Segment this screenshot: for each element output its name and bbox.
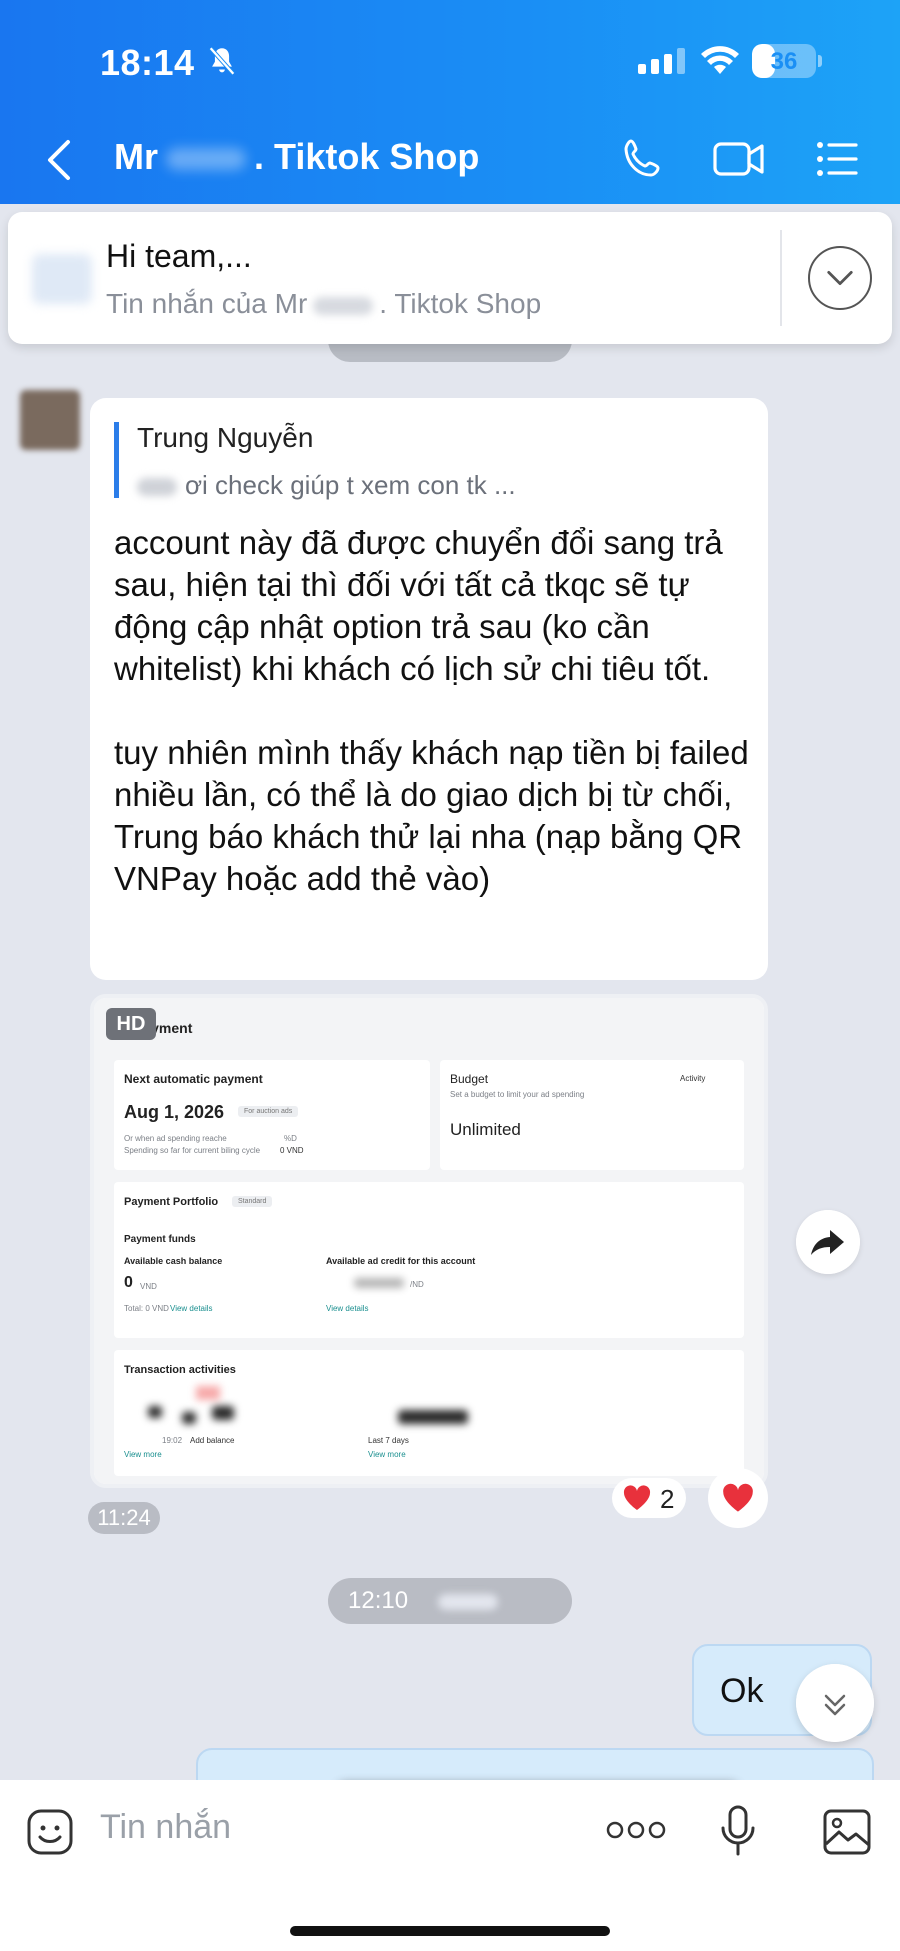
heart-icon	[723, 1483, 753, 1512]
react-button[interactable]	[708, 1468, 768, 1528]
pinned-thumbnail	[32, 254, 92, 304]
message-bubble-incoming[interactable]: Trung Nguyễn ơi check giúp t xem con tk …	[90, 398, 768, 980]
tx-view-more-2: View more	[368, 1450, 406, 1459]
outgoing-text: Ok	[720, 1672, 764, 1710]
payment-screenshot: Payment Next automatic payment Aug 1, 20…	[94, 998, 764, 1484]
credit-unit: /ND	[410, 1280, 424, 1289]
message-time: 11:24	[88, 1502, 160, 1534]
reach-note-tail: %D	[284, 1134, 297, 1143]
message-composer: Tin nhắn	[0, 1780, 900, 1951]
spending-note: Spending so far for current biling cycle	[124, 1146, 261, 1155]
pinned-divider	[780, 230, 782, 326]
back-icon[interactable]	[44, 138, 74, 182]
menu-list-icon[interactable]	[814, 136, 860, 182]
phone-icon[interactable]	[620, 136, 666, 182]
total-label: Total: 0 VND	[124, 1304, 169, 1313]
top-bar: 18:14 36 Mr . Tiktok Shop	[0, 0, 900, 204]
next-payment-date: Aug 1, 2026	[124, 1102, 225, 1122]
message-text: account này đã được chuyển đổi sang trả …	[114, 524, 749, 897]
home-indicator	[290, 1926, 610, 1936]
image-picker-icon[interactable]	[822, 1808, 872, 1856]
chat-title-suffix: . Tiktok Shop	[254, 136, 480, 177]
pinned-message[interactable]: Hi team,... Tin nhắn của Mr . Tiktok Shop	[8, 212, 892, 344]
pinned-subtitle: Tin nhắn của Mr . Tiktok Shop	[106, 288, 541, 320]
more-options-icon[interactable]	[606, 1820, 666, 1840]
reach-note: Or when ad spending reache	[124, 1134, 227, 1143]
pinned-subtitle-prefix: Tin nhắn của Mr	[106, 288, 308, 319]
scroll-down-icon[interactable]	[796, 1664, 874, 1742]
budget-activity: Activity	[680, 1074, 706, 1083]
microphone-icon[interactable]	[718, 1804, 758, 1858]
reply-quote-text: ơi check giúp t xem con tk ...	[137, 470, 634, 501]
budget-label: Budget	[450, 1072, 489, 1086]
next-payment-label: Next automatic payment	[124, 1072, 263, 1086]
portfolio-label: Payment Portfolio	[124, 1196, 219, 1208]
chevron-down-icon[interactable]	[808, 246, 872, 310]
tx-last7: Last 7 days	[368, 1436, 409, 1445]
spending-value: 0 VND	[280, 1146, 304, 1155]
budget-note: Set a budget to limit your ad spending	[450, 1090, 585, 1099]
image-message[interactable]: Payment Next automatic payment Aug 1, 20…	[90, 994, 768, 1488]
tx-add-balance: Add balance	[190, 1436, 235, 1445]
reply-quote-name: Trung Nguyễn	[137, 422, 314, 453]
portfolio-chip: Standard	[232, 1196, 273, 1207]
share-forward-icon[interactable]	[796, 1210, 860, 1274]
chat-title-prefix: Mr	[114, 136, 158, 177]
avatar[interactable]	[20, 390, 80, 450]
date-separator: 12:10	[328, 1578, 572, 1624]
video-call-icon[interactable]	[712, 136, 766, 182]
transactions-label: Transaction activities	[124, 1364, 236, 1376]
battery-percent: 36	[770, 48, 798, 75]
credit-value-redacted	[354, 1278, 404, 1288]
wifi-icon	[701, 46, 739, 74]
tx-view-more: View more	[124, 1450, 162, 1459]
auction-chip: For auction ads	[238, 1106, 299, 1117]
pinned-title: Hi team,...	[106, 238, 252, 274]
budget-card: Budget Activity Set a budget to limit yo…	[440, 1060, 744, 1170]
sticker-icon[interactable]	[26, 1808, 74, 1856]
tx-time: 19:02	[162, 1436, 183, 1445]
cash-value: 0	[124, 1274, 133, 1291]
cash-label: Available cash balance	[124, 1256, 223, 1266]
transactions-card: Transaction activities 19:02 Add balance…	[114, 1350, 744, 1476]
status-bar: 18:14 36	[0, 38, 900, 88]
budget-value: Unlimited	[450, 1120, 521, 1139]
message-input[interactable]: Tin nhắn	[100, 1808, 231, 1847]
heart-icon	[623, 1485, 651, 1510]
reply-quote[interactable]: Trung Nguyễn ơi check giúp t xem con tk …	[114, 422, 634, 501]
credit-view-details: View details	[326, 1304, 369, 1313]
view-details-link: View details	[170, 1304, 213, 1313]
signal-icon	[638, 48, 685, 74]
reaction-count: 2	[660, 1484, 675, 1514]
pinned-subtitle-suffix: . Tiktok Shop	[379, 288, 542, 319]
credit-label: Available ad credit for this account	[326, 1256, 476, 1266]
hd-badge: HD	[106, 1008, 156, 1040]
chat-title[interactable]: Mr . Tiktok Shop	[114, 136, 479, 178]
cash-unit: VND	[140, 1282, 157, 1291]
portfolio-card: Payment Portfolio Standard Payment funds…	[114, 1182, 744, 1338]
bell-muted-icon	[209, 46, 235, 76]
next-payment-card: Next automatic payment Aug 1, 2026 For a…	[114, 1060, 430, 1170]
funds-label: Payment funds	[124, 1234, 196, 1245]
chat-header: Mr . Tiktok Shop	[0, 120, 900, 200]
reaction-summary[interactable]: 2	[612, 1478, 686, 1518]
battery-indicator: 36	[752, 44, 822, 78]
status-time: 18:14	[100, 42, 195, 83]
